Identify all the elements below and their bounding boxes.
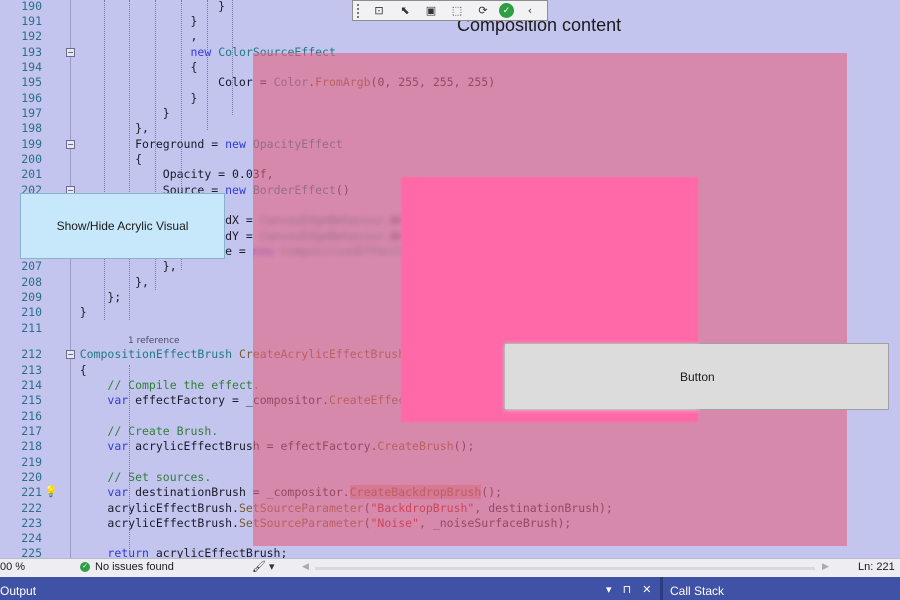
output-panel-title[interactable]: Output (0, 584, 36, 598)
show-hide-acrylic-label: Show/Hide Acrylic Visual (56, 219, 189, 233)
line-number: 211 (21, 321, 42, 335)
composition-button[interactable]: Button (504, 343, 889, 410)
lightbulb-icon[interactable]: 💡 (44, 485, 58, 499)
indent-guide (129, 0, 130, 320)
issues-indicator[interactable]: ✓ No issues found (80, 561, 174, 573)
code-text: // Set sources. (107, 470, 212, 484)
code-text: } (52, 305, 87, 319)
line-number: 201 (21, 167, 42, 181)
line-number: 212 (21, 347, 42, 361)
grip-icon[interactable] (357, 3, 363, 18)
zoom-level[interactable]: 00 % (0, 561, 25, 573)
line-number: 216 (21, 409, 42, 423)
line-number: 225 (21, 546, 42, 558)
line-number: 218 (21, 439, 42, 453)
line-number: 197 (21, 106, 42, 120)
line-number: 221 (21, 485, 42, 499)
line-number: 217 (21, 424, 42, 438)
call-stack-panel-title[interactable]: Call Stack (670, 584, 724, 598)
code-text: , (52, 29, 198, 43)
collapse-toggle-icon[interactable]: − (66, 140, 75, 149)
issues-text: No issues found (95, 561, 174, 573)
display-adorners-icon[interactable]: ▣ (421, 2, 441, 20)
panel-window-controls[interactable]: ▾ ⊓ ✕ (606, 583, 655, 596)
select-element-icon[interactable]: ⬉ (395, 2, 415, 20)
indent-guide (207, 0, 208, 130)
hot-reload-icon[interactable]: ⟳ (473, 2, 493, 20)
line-number: 219 (21, 455, 42, 469)
line-number: 193 (21, 45, 42, 59)
line-number: 220 (21, 470, 42, 484)
code-text: Opacity = 0.03f, (52, 167, 274, 181)
line-number: 208 (21, 275, 42, 289)
line-number: 196 (21, 91, 42, 105)
code-text: { (52, 60, 198, 74)
scroll-left-icon[interactable]: ◀ (302, 561, 309, 572)
brush-tools-icon[interactable]: 🖌 ▾ (252, 560, 275, 573)
code-text: { (52, 363, 87, 377)
code-text: } (52, 91, 198, 105)
code-text: // Create Brush. (107, 424, 219, 438)
code-text: }; (52, 290, 122, 304)
status-bar: 00 % ✓ No issues found 🖌 ▾ ◀ ▶ Ln: 221 (0, 558, 900, 578)
indent-guide (232, 0, 233, 115)
code-line[interactable]: 225 return acrylicEffectBrush; (0, 546, 900, 558)
line-number: 194 (21, 60, 42, 74)
line-number: 198 (21, 121, 42, 135)
check-icon[interactable]: ✓ (499, 3, 514, 18)
line-number: 200 (21, 152, 42, 166)
indent-guide (129, 365, 130, 555)
code-text: } (52, 106, 170, 120)
line-number: 224 (21, 531, 42, 545)
blurred-region (505, 344, 699, 410)
line-number: 210 (21, 305, 42, 319)
track-focus-icon[interactable]: ⬚ (447, 2, 467, 20)
line-number: 223 (21, 516, 42, 530)
code-text: }, (52, 121, 149, 135)
collapse-toggle-icon[interactable]: − (66, 350, 75, 359)
line-number: 214 (21, 378, 42, 392)
show-in-tree-icon[interactable]: ⊡ (369, 2, 389, 20)
code-text: }, (52, 259, 177, 273)
collapse-icon[interactable]: ‹ (520, 2, 540, 20)
panel-divider (660, 577, 663, 600)
line-number: 199 (21, 137, 42, 151)
code-line[interactable]: 192 , (0, 29, 900, 44)
bottom-panel-tabs: Output ▾ ⊓ ✕ Call Stack (0, 577, 900, 600)
line-position: Ln: 221 (858, 561, 895, 573)
line-number: 209 (21, 290, 42, 304)
code-text: return acrylicEffectBrush; (107, 546, 288, 558)
code-text: } (52, 0, 226, 13)
line-number: 213 (21, 363, 42, 377)
horizontal-scrollbar[interactable] (315, 567, 815, 570)
scroll-right-icon[interactable]: ▶ (822, 561, 829, 572)
show-hide-acrylic-button[interactable]: Show/Hide Acrylic Visual (20, 193, 225, 259)
xaml-debug-toolbar: ⊡ ⬉ ▣ ⬚ ⟳ ✓ ‹ (352, 0, 548, 21)
code-text: }, (52, 275, 149, 289)
collapse-toggle-icon[interactable]: − (66, 48, 75, 57)
composition-button-label: Button (680, 370, 715, 384)
line-number: 215 (21, 393, 42, 407)
code-lens-reference[interactable]: 1 reference (128, 336, 180, 346)
line-number: 190 (21, 0, 42, 13)
line-number: 222 (21, 501, 42, 515)
code-text: } (52, 14, 198, 28)
line-number: 195 (21, 75, 42, 89)
check-circle-icon: ✓ (80, 562, 90, 572)
indent-guide (104, 0, 105, 320)
line-number: 207 (21, 259, 42, 273)
code-text: // Compile the effect. (107, 378, 260, 392)
line-number: 191 (21, 14, 42, 28)
line-number: 192 (21, 29, 42, 43)
